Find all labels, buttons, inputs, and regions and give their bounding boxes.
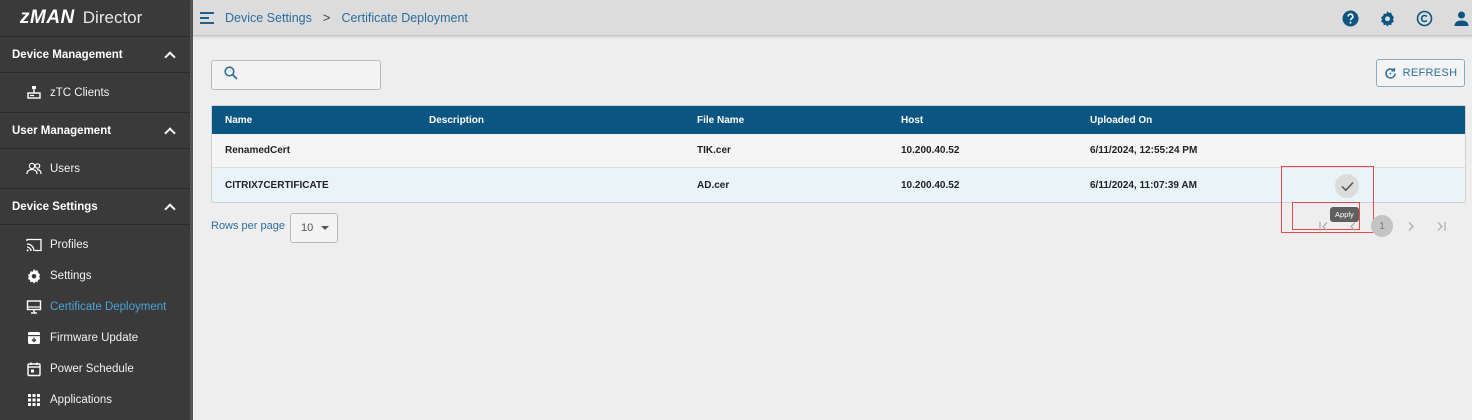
next-page-icon[interactable]: [1400, 215, 1422, 237]
sidebar-item-label: Power Schedule: [50, 362, 134, 375]
sidebar-item-profiles[interactable]: Profiles: [0, 229, 190, 260]
section-title: Device Settings: [12, 200, 98, 213]
archive-icon: [26, 330, 42, 346]
column-header-name[interactable]: Name: [225, 115, 252, 126]
section-device-management[interactable]: Device Management: [0, 36, 190, 73]
sidebar-item-applications[interactable]: Applications: [0, 384, 190, 415]
help-icon[interactable]: [1341, 9, 1359, 27]
certificate-table: Name Description File Name Host Uploaded…: [211, 105, 1466, 203]
table-header: Name Description File Name Host Uploaded…: [212, 106, 1465, 134]
monitor-icon: [26, 299, 42, 315]
section-title: Device Management: [12, 48, 123, 61]
sidebar: zMAN Director Device Management zTC Clie…: [0, 0, 190, 420]
cell-host: 10.200.40.52: [901, 145, 960, 156]
app-logo[interactable]: zMAN Director: [0, 0, 190, 36]
previous-page-icon[interactable]: [1342, 215, 1364, 237]
column-header-host[interactable]: Host: [901, 115, 923, 126]
settings-gear-icon[interactable]: [1378, 9, 1396, 27]
table-row[interactable]: RenamedCert TIK.cer 10.200.40.52 6/11/20…: [212, 134, 1465, 168]
grid-icon: [26, 392, 42, 408]
rows-per-page-select[interactable]: 10: [290, 213, 338, 243]
breadcrumb-parent[interactable]: Device Settings: [225, 11, 312, 25]
rows-per-page-value: 10: [301, 222, 314, 234]
sidebar-item-ztc-clients[interactable]: zTC Clients: [0, 77, 190, 108]
sidebar-item-label: Users: [50, 162, 81, 175]
calendar-icon: [26, 361, 42, 377]
dropdown-arrow-icon: [321, 226, 330, 230]
section-device-settings[interactable]: Device Settings: [0, 188, 190, 225]
search-icon: [224, 65, 238, 85]
sidebar-item-label: Applications: [50, 393, 113, 406]
sidebar-item-certificate-deployment[interactable]: Certificate Deployment: [0, 291, 190, 322]
breadcrumb: Device Settings > Certificate Deployment: [225, 10, 468, 25]
gear-icon: [26, 268, 42, 284]
logo-text: Director: [82, 8, 143, 27]
user-account-icon[interactable]: [1452, 9, 1470, 27]
top-bar: Device Settings > Certificate Deployment: [193, 0, 1472, 36]
cell-name: CITRIX7CERTIFICATE: [225, 179, 329, 191]
sidebar-item-label: Firmware Update: [50, 331, 139, 344]
cell-host: 10.200.40.52: [901, 179, 960, 191]
current-page-indicator[interactable]: 1: [1371, 215, 1393, 237]
sidebar-item-firmware-update[interactable]: Firmware Update: [0, 322, 190, 353]
users-icon: [26, 161, 42, 177]
menu-collapse-icon[interactable]: [200, 11, 214, 24]
rows-per-page-label: Rows per page: [211, 220, 285, 232]
last-page-icon[interactable]: [1430, 215, 1452, 237]
table-row[interactable]: CITRIX7CERTIFICATE AD.cer 10.200.40.52 6…: [212, 168, 1465, 202]
breadcrumb-separator: >: [322, 10, 331, 25]
refresh-icon: [1384, 67, 1396, 79]
sidebar-divider: [190, 0, 193, 420]
cell-file-name: AD.cer: [697, 179, 730, 191]
sidebar-item-label: Profiles: [50, 238, 89, 251]
column-header-description[interactable]: Description: [429, 115, 484, 126]
sidebar-item-label: Settings: [50, 269, 92, 282]
column-header-file-name[interactable]: File Name: [697, 115, 744, 126]
cell-file-name: TIK.cer: [697, 145, 731, 156]
cell-name: RenamedCert: [225, 145, 291, 156]
sidebar-item-settings[interactable]: Settings: [0, 260, 190, 291]
refresh-button[interactable]: REFRESH: [1376, 59, 1465, 87]
sidebar-item-users[interactable]: Users: [0, 153, 190, 184]
sidebar-item-label: zTC Clients: [50, 86, 110, 99]
terminal-icon: [26, 85, 42, 101]
cell-uploaded-on: 6/11/2024, 11:07:39 AM: [1090, 179, 1197, 191]
logo-mark: zMAN: [20, 7, 75, 28]
first-page-icon[interactable]: [1313, 215, 1335, 237]
chevron-up-icon: [164, 126, 176, 139]
search-input[interactable]: [244, 68, 374, 82]
sidebar-item-label: Certificate Deployment: [50, 300, 167, 313]
section-user-management[interactable]: User Management: [0, 112, 190, 149]
copyright-icon[interactable]: [1415, 9, 1433, 27]
cast-icon: [26, 237, 42, 253]
search-box[interactable]: [211, 60, 381, 90]
sidebar-item-power-schedule[interactable]: Power Schedule: [0, 353, 190, 384]
column-header-uploaded-on[interactable]: Uploaded On: [1090, 115, 1152, 126]
chevron-up-icon: [164, 50, 176, 63]
cell-uploaded-on: 6/11/2024, 12:55:24 PM: [1090, 145, 1198, 156]
chevron-up-icon: [164, 202, 176, 215]
section-title: User Management: [12, 124, 112, 137]
refresh-label: REFRESH: [1402, 67, 1458, 79]
breadcrumb-current: Certificate Deployment: [341, 10, 468, 25]
